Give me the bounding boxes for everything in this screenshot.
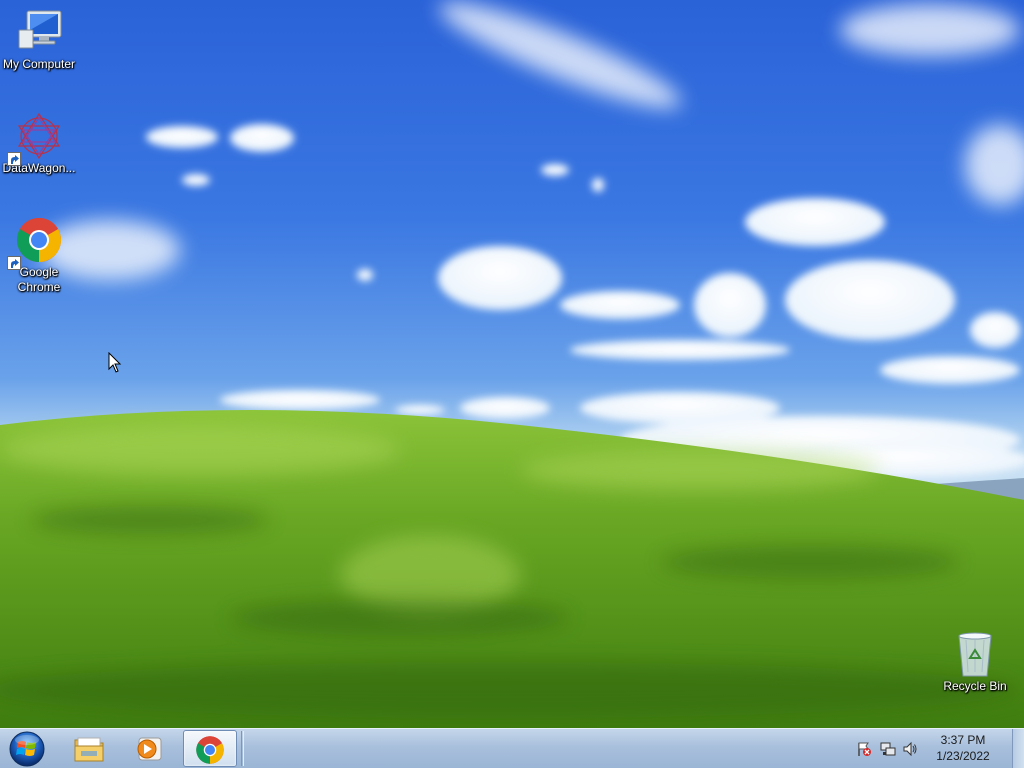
start-button[interactable] xyxy=(4,730,50,768)
desktop-icon-label: Recycle Bin xyxy=(943,679,1007,693)
taskbar-windows-explorer[interactable] xyxy=(62,730,116,767)
desktop-icon-google-chrome[interactable]: Google Chrome xyxy=(0,216,78,295)
taskbar-media-player[interactable] xyxy=(122,730,176,767)
desktop-icon-recycle-bin[interactable]: Recycle Bin xyxy=(936,630,1014,694)
desktop-icon-my-computer[interactable]: My Computer xyxy=(0,8,78,72)
action-center-flag-icon[interactable] xyxy=(856,741,872,757)
clock[interactable]: 3:37 PM 1/23/2022 xyxy=(928,732,998,764)
network-icon[interactable] xyxy=(880,741,896,757)
windows-start-icon xyxy=(9,731,45,767)
mouse-cursor-icon xyxy=(108,352,122,373)
folder-explorer-icon xyxy=(74,737,104,762)
taskbar-separator xyxy=(241,731,244,766)
shortcut-arrow-icon xyxy=(7,152,21,166)
clock-time: 3:37 PM xyxy=(940,733,986,747)
volume-icon[interactable] xyxy=(902,741,918,757)
media-player-icon xyxy=(137,737,162,761)
shortcut-arrow-icon xyxy=(7,256,21,270)
taskbar-google-chrome[interactable] xyxy=(183,730,237,767)
desktop-icon-label: My Computer xyxy=(2,57,76,71)
chrome-icon xyxy=(196,736,224,764)
chrome-icon xyxy=(7,216,63,270)
show-desktop-button[interactable] xyxy=(1012,729,1024,768)
notification-area: 3:37 PM 1/23/2022 xyxy=(850,729,1010,769)
desktop-icon-datawagon[interactable]: DataWagon... xyxy=(0,112,78,176)
taskbar: 3:37 PM 1/23/2022 xyxy=(0,728,1024,768)
recycle-bin-icon xyxy=(951,630,999,678)
wallpaper-bliss xyxy=(0,2,1024,728)
computer-icon xyxy=(15,8,63,56)
desktop[interactable]: My Computer DataWagon... Google Chrome R… xyxy=(0,0,1024,728)
datawagon-icon xyxy=(7,112,63,166)
clock-date: 1/23/2022 xyxy=(936,749,990,763)
